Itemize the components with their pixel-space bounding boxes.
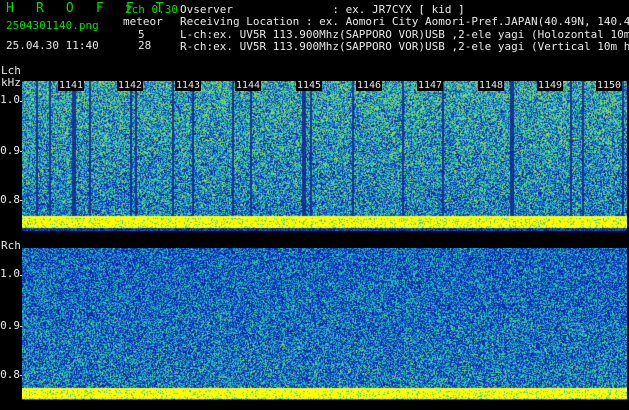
- meteor-label: meteor: [123, 15, 163, 28]
- datetime-label: 25.04.30 11:40: [6, 39, 99, 52]
- minute-label: 1150: [596, 80, 623, 91]
- rch-meteor-count: 28: [138, 39, 152, 52]
- location-line: Receiving Location : ex. Aomori City Aom…: [180, 15, 629, 28]
- lch-unit-label: kHz: [1, 76, 21, 89]
- rch-spectrogram: [22, 248, 627, 400]
- rch-ytick-0.9: 0.9: [0, 319, 20, 332]
- minute-label: 1142: [117, 80, 144, 91]
- rch-ytick-0.8: 0.8: [0, 368, 20, 381]
- rch-channel-label: Rch: [1, 239, 21, 252]
- minute-label: 1141: [58, 80, 85, 91]
- filename-label: 2504301140.png: [6, 19, 99, 32]
- hrofft-window: H R O F F T 2504301140.png 25.04.30 11:4…: [0, 0, 629, 410]
- minute-label: 1147: [417, 80, 444, 91]
- minute-label: 1148: [478, 80, 505, 91]
- lch-ytick-0.8: 0.8: [0, 193, 20, 206]
- rch-ytick-1.0: 1.0: [0, 267, 20, 280]
- minute-label: 1144: [235, 80, 262, 91]
- lch-ytick-1.0: 1.0: [0, 93, 20, 106]
- minute-label: 1145: [296, 80, 323, 91]
- lch-ytick-0.9: 0.9: [0, 144, 20, 157]
- rch-receiver-line: R-ch:ex. UV5R 113.900Mhz(SAPPORO VOR)USB…: [180, 40, 629, 53]
- lch-spectrogram: [22, 81, 627, 231]
- minute-label: 1146: [356, 80, 383, 91]
- minute-label: 1149: [537, 80, 564, 91]
- minute-label: 1143: [175, 80, 202, 91]
